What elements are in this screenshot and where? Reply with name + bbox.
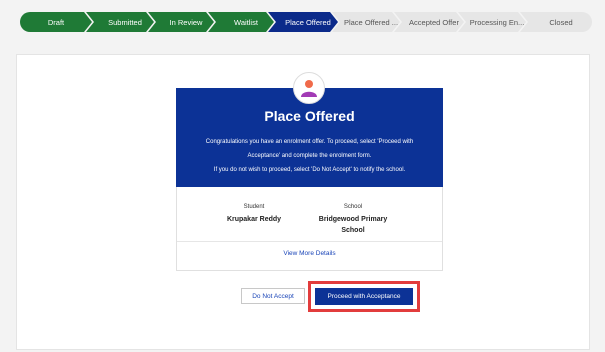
student-name: Krupakar Reddy <box>226 216 282 223</box>
step-submitted: Submitted <box>86 12 154 32</box>
student-info: Student Krupakar Reddy <box>219 204 289 225</box>
view-more-details-link[interactable]: View More Details <box>177 250 442 257</box>
step-label: Place Offered ... <box>343 17 399 27</box>
divider <box>177 241 442 242</box>
step-label: Processing En... <box>469 17 525 27</box>
step-label: Waitlist <box>234 17 258 27</box>
step-processing-enrolment: Processing En... <box>458 12 526 32</box>
step-accepted-offer: Accepted Offer <box>394 12 464 32</box>
offer-message: Congratulations you have an enrolment of… <box>176 135 443 177</box>
proceed-with-acceptance-button[interactable]: Proceed with Acceptance <box>315 288 413 305</box>
school-name: Bridgewood Primary School <box>305 214 401 236</box>
step-label: Closed <box>549 17 573 27</box>
user-avatar-icon <box>293 72 325 104</box>
student-label: Student <box>243 204 265 210</box>
step-label: Place Offered <box>285 17 331 27</box>
offer-message-line: If you do not wish to proceed, select 'D… <box>213 167 406 173</box>
school-name-line: Bridgewood Primary <box>318 216 388 223</box>
offer-message-line: Acceptance' and complete the enrolment f… <box>247 153 372 159</box>
step-label: In Review <box>169 17 203 27</box>
school-info: School Bridgewood Primary School <box>305 204 401 236</box>
offer-title: Place Offered <box>264 108 355 124</box>
school-label: School <box>343 204 363 210</box>
step-closed: Closed <box>520 12 592 32</box>
step-place-offered-accepted: Place Offered ... <box>332 12 400 32</box>
step-place-offered: Place Offered <box>268 12 338 32</box>
step-waitlist: Waitlist <box>208 12 274 32</box>
step-label: Accepted Offer <box>409 17 459 27</box>
step-label: Draft <box>47 17 65 27</box>
status-stepper: Draft Submitted In Review Waitlist Place… <box>20 12 592 32</box>
offer-message-line: Congratulations you have an enrolment of… <box>205 139 414 145</box>
do-not-accept-button[interactable]: Do Not Accept <box>241 288 305 304</box>
school-name-line: School <box>341 227 365 234</box>
step-label: Submitted <box>108 17 142 27</box>
offer-details: Student Krupakar Reddy School Bridgewood… <box>176 187 443 271</box>
step-draft: Draft <box>20 12 92 32</box>
step-in-review: In Review <box>148 12 214 32</box>
